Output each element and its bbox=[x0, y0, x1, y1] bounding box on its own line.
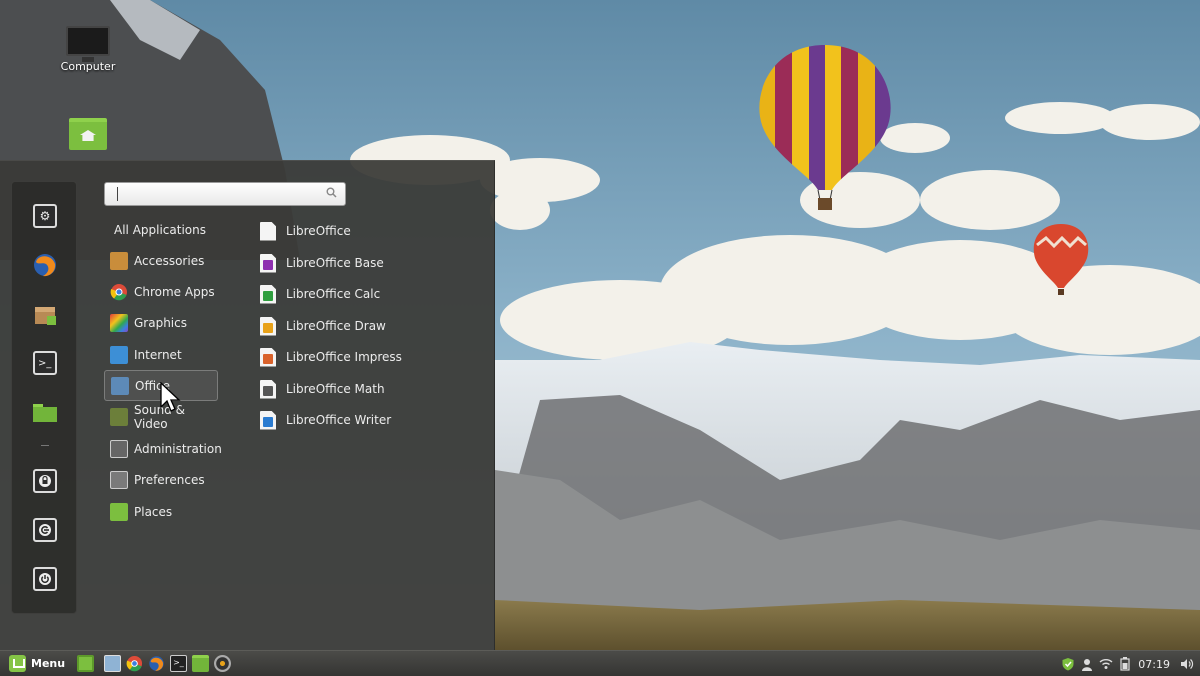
libreoffice-calc-icon bbox=[260, 284, 276, 304]
chrome-icon[interactable] bbox=[126, 655, 143, 672]
internet-icon bbox=[110, 345, 128, 364]
category-label: Places bbox=[134, 504, 173, 519]
app-libreoffice[interactable]: LibreOffice bbox=[256, 218, 351, 244]
application-menu: ⚙ >_ All Applications Accessories Chrome… bbox=[0, 160, 495, 650]
app-label: LibreOffice Impress bbox=[286, 350, 402, 364]
app-libreoffice-base[interactable]: LibreOffice Base bbox=[256, 250, 384, 276]
category-graphics[interactable]: Graphics bbox=[104, 307, 218, 338]
menu-button[interactable]: Menu bbox=[5, 653, 69, 675]
category-label: Administration bbox=[134, 441, 222, 456]
favorite-terminal[interactable]: >_ bbox=[32, 350, 58, 376]
category-chrome-apps[interactable]: Chrome Apps bbox=[104, 276, 218, 307]
favorites-sidebar: ⚙ >_ bbox=[11, 181, 77, 614]
favorite-package-manager[interactable] bbox=[32, 301, 58, 327]
libreoffice-draw-icon bbox=[260, 316, 276, 336]
system-settings-icon: ⚙ bbox=[33, 204, 57, 228]
libreoffice-math-icon bbox=[260, 379, 276, 399]
category-internet[interactable]: Internet bbox=[104, 339, 218, 370]
software-icon[interactable] bbox=[214, 655, 232, 672]
network-icon[interactable] bbox=[1099, 657, 1113, 671]
category-label: Chrome Apps bbox=[134, 284, 215, 299]
power-button[interactable] bbox=[32, 566, 58, 592]
graphics-icon bbox=[110, 313, 128, 332]
favorite-system-settings[interactable]: ⚙ bbox=[32, 203, 58, 229]
menu-search-field[interactable] bbox=[104, 182, 346, 206]
category-places[interactable]: Places bbox=[104, 496, 218, 527]
app-label: LibreOffice Math bbox=[286, 382, 385, 396]
app-libreoffice-calc[interactable]: LibreOffice Calc bbox=[256, 281, 380, 307]
favorite-folder[interactable] bbox=[32, 399, 58, 425]
app-label: LibreOffice bbox=[286, 224, 351, 238]
office-icon bbox=[111, 376, 129, 395]
category-administration[interactable]: Administration bbox=[104, 433, 222, 464]
desktop-icon-computer[interactable]: Computer bbox=[43, 26, 133, 73]
show-desktop-icon[interactable] bbox=[77, 655, 95, 672]
favorite-firefox[interactable] bbox=[32, 252, 58, 278]
logout-button[interactable] bbox=[32, 517, 58, 543]
category-accessories[interactable]: Accessories bbox=[104, 245, 218, 276]
category-all-applications[interactable]: All Applications bbox=[104, 214, 218, 245]
libreoffice-icon bbox=[260, 221, 276, 241]
search-icon bbox=[326, 187, 337, 201]
category-label: Preferences bbox=[134, 472, 205, 487]
file-manager-icon[interactable] bbox=[104, 655, 122, 672]
administration-icon bbox=[110, 439, 128, 458]
battery-icon[interactable] bbox=[1118, 657, 1132, 671]
shield-icon[interactable] bbox=[1061, 657, 1075, 671]
app-label: LibreOffice Calc bbox=[286, 287, 381, 301]
text-caret bbox=[117, 187, 118, 201]
clock[interactable]: 07:19 bbox=[1138, 658, 1170, 671]
mint-logo-icon bbox=[9, 655, 26, 672]
volume-icon[interactable] bbox=[1180, 657, 1194, 671]
firefox-icon bbox=[34, 254, 56, 277]
app-libreoffice-impress[interactable]: LibreOffice Impress bbox=[256, 344, 402, 370]
power-icon bbox=[33, 567, 57, 591]
terminal-icon[interactable]: >_ bbox=[170, 655, 188, 672]
accessories-icon bbox=[110, 251, 128, 270]
favorites-separator bbox=[41, 445, 49, 446]
app-libreoffice-writer[interactable]: LibreOffice Writer bbox=[256, 407, 391, 433]
firefox-icon[interactable] bbox=[148, 655, 165, 672]
taskbar: Menu >_ 07:19 bbox=[0, 650, 1200, 676]
desktop-icon-home[interactable] bbox=[43, 118, 133, 150]
libreoffice-impress-icon bbox=[260, 347, 276, 367]
app-libreoffice-math[interactable]: LibreOffice Math bbox=[256, 376, 385, 402]
lock-screen-icon bbox=[33, 469, 57, 493]
folder-icon bbox=[33, 404, 57, 422]
chrome-icon bbox=[110, 283, 127, 300]
app-label: LibreOffice Draw bbox=[286, 319, 386, 333]
folder-icon[interactable] bbox=[192, 655, 210, 672]
libreoffice-base-icon bbox=[260, 253, 276, 273]
category-label: Accessories bbox=[134, 253, 205, 268]
category-label: Internet bbox=[134, 347, 182, 362]
category-preferences[interactable]: Preferences bbox=[104, 464, 218, 495]
mouse-pointer-icon bbox=[160, 382, 181, 412]
lock-screen-button[interactable] bbox=[32, 468, 58, 494]
sound-video-icon bbox=[110, 407, 128, 426]
package-manager-icon bbox=[35, 307, 56, 325]
libreoffice-writer-icon bbox=[260, 410, 276, 430]
system-tray: 07:19 bbox=[1056, 651, 1200, 676]
user-icon[interactable] bbox=[1080, 657, 1094, 671]
category-label: All Applications bbox=[114, 222, 206, 237]
app-label: LibreOffice Writer bbox=[286, 413, 392, 427]
places-icon bbox=[110, 502, 128, 521]
preferences-icon bbox=[110, 470, 128, 489]
logout-icon bbox=[33, 518, 57, 542]
app-label: LibreOffice Base bbox=[286, 256, 384, 270]
app-libreoffice-draw[interactable]: LibreOffice Draw bbox=[256, 313, 386, 339]
home-folder-icon bbox=[69, 118, 107, 150]
category-label: Graphics bbox=[134, 315, 187, 330]
menu-button-label: Menu bbox=[31, 657, 66, 670]
terminal-icon: >_ bbox=[33, 351, 57, 375]
computer-icon bbox=[66, 26, 110, 62]
